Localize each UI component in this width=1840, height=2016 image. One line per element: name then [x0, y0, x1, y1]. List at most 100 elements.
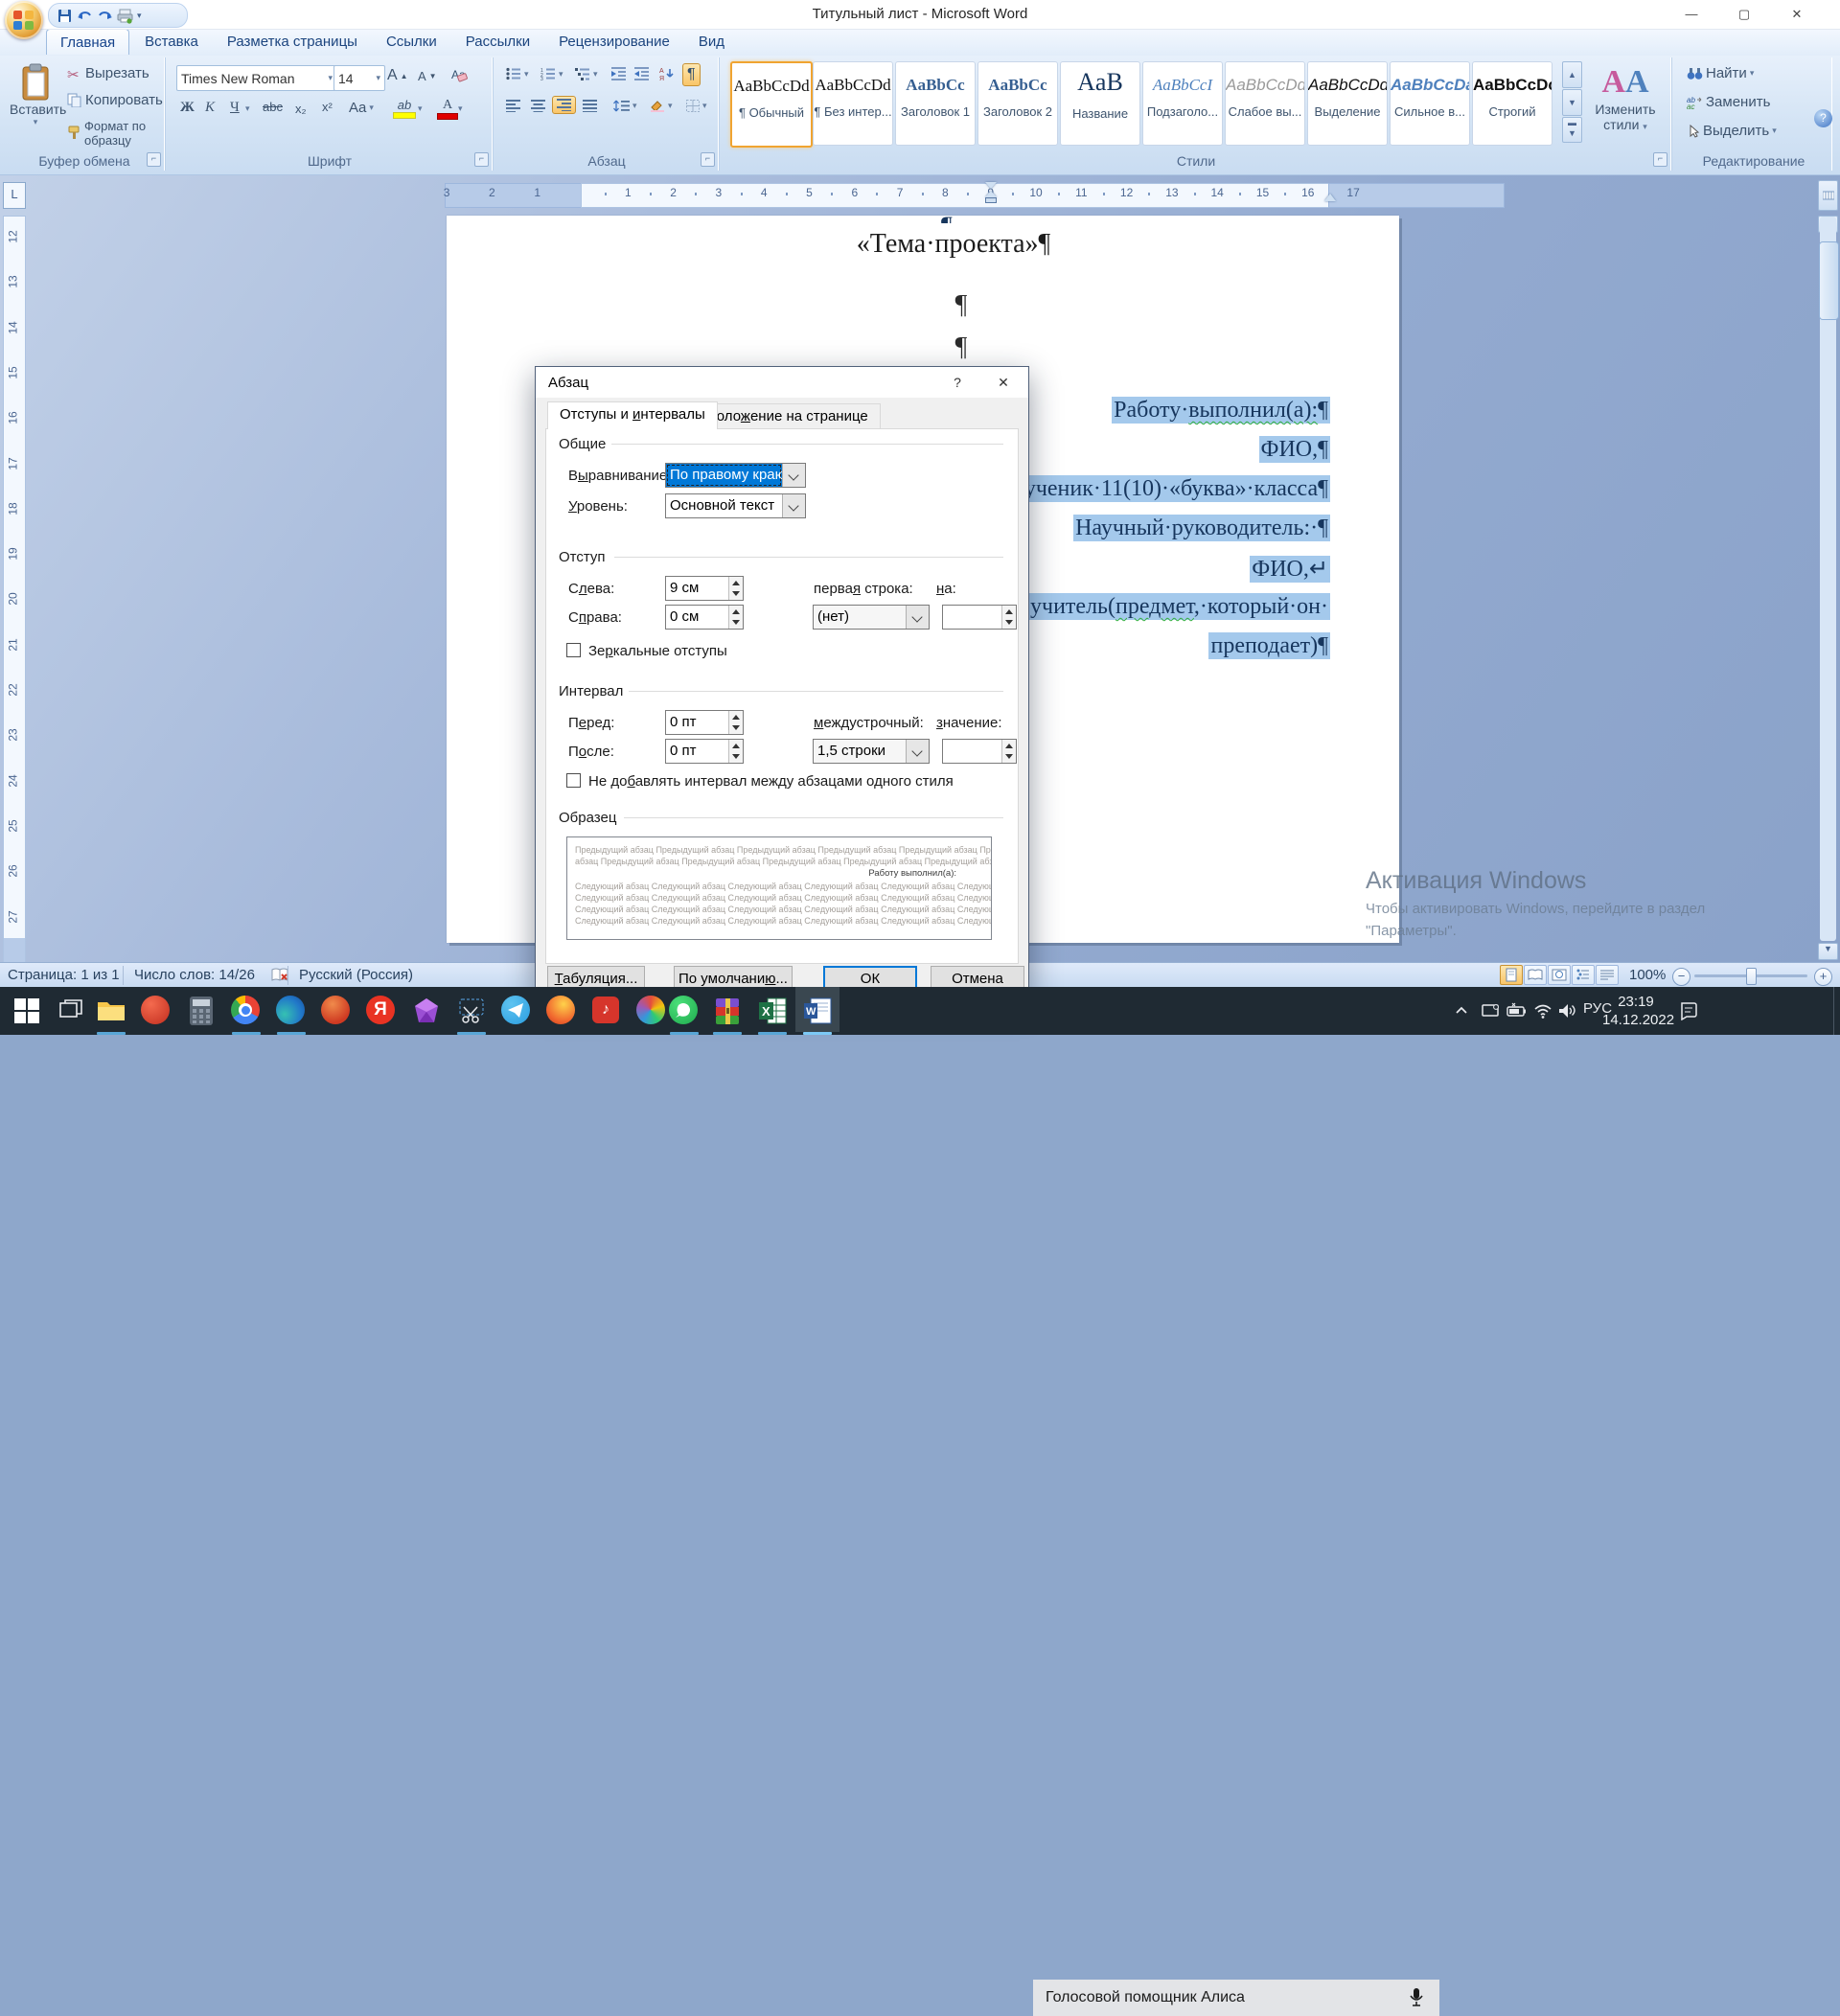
tab-vstavka[interactable]: Вставка	[131, 29, 212, 54]
document-title-line[interactable]: «Тема·проекта»¶	[857, 229, 1050, 260]
tab-ssylki[interactable]: Ссылки	[373, 29, 450, 54]
taskbar-app-red-icon[interactable]: ♪	[591, 996, 622, 1026]
tab-selector-box[interactable]: L	[3, 182, 26, 209]
style-item-h1[interactable]: AaBbCcЗаголовок 1	[895, 61, 976, 146]
align-left-button[interactable]	[502, 98, 524, 114]
redo-icon[interactable]	[97, 8, 113, 24]
find-button[interactable]: Найти▾	[1683, 63, 1758, 83]
edge-icon[interactable]	[276, 996, 307, 1026]
vertical-scrollbar[interactable]: ▲ ▼	[1818, 180, 1838, 962]
select-button[interactable]: Выделить▾	[1683, 121, 1781, 141]
view-reading-button[interactable]	[1524, 965, 1547, 985]
selected-text-block[interactable]: Работу·выполнил(а):¶ФИО,¶ученик·11(10)·«…	[1023, 398, 1330, 673]
document-selected-line[interactable]: Работу·выполнил(а):¶	[1023, 398, 1330, 437]
tray-wifi-icon[interactable]	[1533, 1001, 1552, 1020]
align-center-button[interactable]	[527, 98, 549, 114]
word-icon[interactable]: W	[802, 996, 833, 1026]
style-item-subtitle[interactable]: AaBbCcIПодзаголо...	[1142, 61, 1223, 146]
dialog-tab-position[interactable]: Положение на странице	[694, 403, 881, 429]
tray-battery-icon[interactable]	[1506, 1001, 1526, 1020]
yandex-icon[interactable]: Я	[366, 996, 397, 1026]
format-painter-button[interactable]: Формат по образцу	[63, 117, 165, 149]
sort-button[interactable]: АЯ	[656, 65, 678, 82]
snipping-tool-icon[interactable]	[456, 996, 487, 1026]
align-right-button[interactable]	[552, 96, 576, 114]
change-case-button[interactable]: Aa▾	[345, 98, 378, 118]
justify-button[interactable]	[579, 98, 601, 114]
style-item-emphasis[interactable]: AaBbCcDdВыделение	[1307, 61, 1388, 146]
notification-center-icon[interactable]	[1679, 1001, 1698, 1020]
save-icon[interactable]	[57, 8, 73, 24]
zoom-slider-thumb[interactable]	[1746, 968, 1757, 985]
taskbar-app-multicolor-icon[interactable]	[636, 996, 667, 1026]
before-spinner[interactable]: 0 пт	[665, 710, 744, 735]
font-size-combo[interactable]: 14▾	[334, 65, 385, 91]
empty-paragraph-mark[interactable]: ¶	[955, 290, 968, 321]
shading-button[interactable]: ▾	[646, 98, 677, 114]
tray-chevron-up-icon[interactable]	[1452, 1001, 1471, 1020]
cut-button[interactable]: ✂ Вырезать	[63, 63, 153, 83]
shrink-font-button[interactable]: А▼	[414, 67, 441, 85]
gem-app-icon[interactable]	[411, 996, 442, 1026]
style-item-h2[interactable]: AaBbCcЗаголовок 2	[978, 61, 1058, 146]
calculator-icon[interactable]	[186, 996, 217, 1026]
document-selected-line[interactable]: ФИО,¶	[1023, 437, 1330, 476]
zoom-out-button[interactable]: −	[1672, 968, 1690, 986]
dialog-title-bar[interactable]: Абзац ? ✕	[536, 367, 1028, 398]
style-item-strongem[interactable]: AaBbCcDaСильное в...	[1390, 61, 1470, 146]
start-button[interactable]	[12, 996, 42, 1026]
line-spacing-button[interactable]: ▾	[610, 98, 641, 114]
combo-arrow-icon[interactable]	[782, 464, 805, 487]
office-button[interactable]	[5, 1, 43, 39]
style-item-nospacing[interactable]: AaBbCcDd¶ Без интер...	[813, 61, 893, 146]
bullets-button[interactable]: ▾	[502, 65, 533, 82]
taskbar-app-orange-icon[interactable]	[546, 996, 577, 1026]
whatsapp-icon[interactable]	[669, 996, 700, 1026]
numbering-button[interactable]: 123 ▾	[537, 65, 567, 82]
scrollbar-thumb[interactable]	[1819, 241, 1839, 320]
font-name-combo[interactable]: Times New Roman▾	[176, 65, 337, 91]
show-desktop-button[interactable]	[1833, 987, 1840, 1035]
font-color-caret[interactable]: ▾	[458, 103, 463, 114]
styles-more-button[interactable]: ▬▼	[1562, 117, 1582, 143]
undo-icon[interactable]	[77, 8, 93, 24]
clipboard-dialog-launcher[interactable]: ⌐	[147, 152, 161, 167]
tab-razmetka[interactable]: Разметка страницы	[214, 29, 371, 54]
word-count[interactable]: Число слов: 14/26	[134, 967, 255, 983]
style-item-normal[interactable]: AaBbCcDd¶ Обычный	[730, 61, 813, 148]
maximize-button[interactable]: ▢	[1722, 0, 1766, 29]
style-item-doctitle[interactable]: AaBНазвание	[1060, 61, 1140, 146]
document-selected-line[interactable]: учитель(предмет,·который·он·	[1023, 594, 1330, 633]
font-dialog-launcher[interactable]: ⌐	[474, 152, 489, 167]
office-app2-icon[interactable]	[321, 996, 352, 1026]
at-spinner[interactable]	[942, 739, 1017, 764]
right-indent-marker[interactable]	[1324, 194, 1336, 201]
alignment-combobox[interactable]: По правому краю	[665, 463, 806, 488]
styles-scroll-down[interactable]: ▼	[1562, 89, 1582, 116]
zoom-in-button[interactable]: +	[1814, 968, 1832, 986]
decrease-indent-button[interactable]	[608, 65, 630, 82]
left-indent-marker[interactable]	[985, 182, 997, 206]
tab-vid[interactable]: Вид	[685, 29, 738, 54]
page-count[interactable]: Страница: 1 из 1	[8, 967, 120, 983]
style-item-strict[interactable]: AaBbCcDcСтрогий	[1472, 61, 1552, 146]
highlight-caret[interactable]: ▾	[418, 103, 423, 114]
dialog-close-icon[interactable]: ✕	[984, 367, 1023, 398]
styles-scroll-up[interactable]: ▲	[1562, 61, 1582, 88]
dialog-tab-indents[interactable]: Отступы и интервалы	[547, 401, 718, 429]
increase-indent-button[interactable]	[631, 65, 653, 82]
indent-right-spinner[interactable]: 0 см	[665, 605, 744, 630]
level-combobox[interactable]: Основной текст	[665, 493, 806, 518]
show-marks-button[interactable]: ¶	[682, 63, 701, 86]
microphone-icon[interactable]	[1409, 1987, 1424, 2008]
paragraph-dialog-launcher[interactable]: ⌐	[701, 152, 715, 167]
underline-caret[interactable]: ▾	[245, 103, 250, 114]
toggle-ruler-button[interactable]	[1818, 180, 1838, 211]
strikethrough-button[interactable]: abc	[259, 98, 287, 116]
multilevel-list-button[interactable]: ▾	[571, 65, 602, 82]
view-print-layout-button[interactable]	[1500, 965, 1523, 985]
tray-display-icon[interactable]	[1481, 1001, 1500, 1020]
after-spinner[interactable]: 0 пт	[665, 739, 744, 764]
tab-rassylki[interactable]: Рассылки	[452, 29, 543, 54]
subscript-button[interactable]: x₂	[291, 100, 310, 118]
